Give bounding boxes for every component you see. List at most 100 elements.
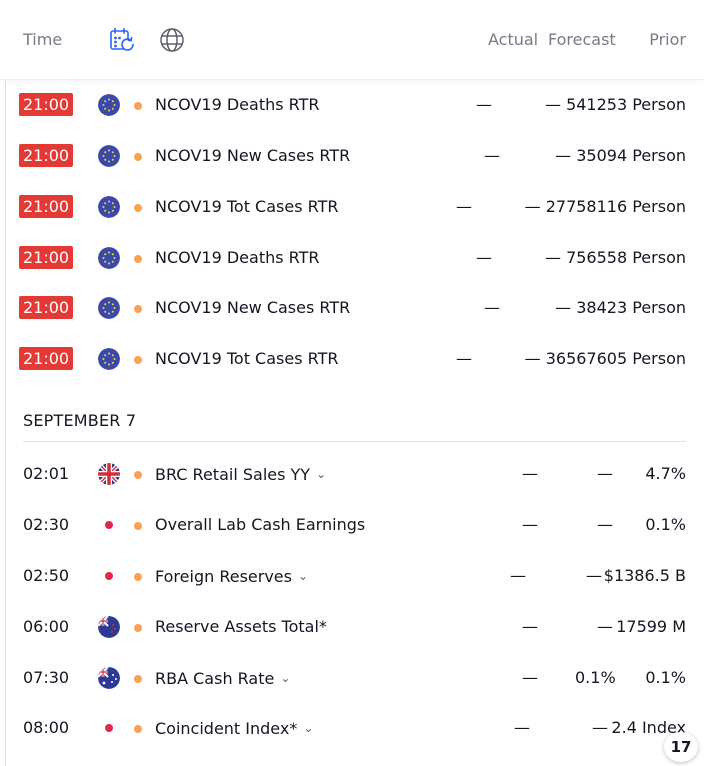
importance-dot: [134, 305, 142, 313]
importance-dot: [134, 204, 142, 212]
column-header-actual[interactable]: Actual: [488, 30, 538, 50]
forecast-value: —: [555, 298, 572, 317]
event-row[interactable]: 02:01 BRC Retail Sales YY ⌄ — — 4.7%: [0, 450, 704, 500]
forecast-prior-values: — 27758116 Person: [525, 196, 686, 218]
event-time-live-badge: 21:00: [19, 246, 74, 269]
event-time: 06:00: [23, 617, 70, 636]
event-time: 02:30: [23, 515, 70, 534]
gb-flag-icon: [98, 463, 120, 485]
tradingview-logo-icon[interactable]: 17: [664, 732, 698, 762]
event-title-text: Coincident Index*: [155, 719, 298, 738]
importance-dot: [134, 725, 142, 733]
forecast-prior-values: — 36567605 Person: [525, 348, 686, 370]
forecast-value: —: [597, 617, 613, 636]
event-row[interactable]: 02:30 Overall Lab Cash Earnings — — 0.1%: [0, 501, 704, 551]
event-title[interactable]: NCOV19 Tot Cases RTR: [155, 196, 338, 218]
prior-value: 27758116 Person: [545, 197, 686, 216]
jp-flag-icon: [98, 717, 120, 739]
chevron-down-icon[interactable]: ⌄: [316, 463, 326, 485]
actual-value: —: [476, 95, 492, 114]
prior-value: 756558 Person: [566, 248, 686, 267]
event-row[interactable]: 21:00 NCOV19 New Cases RTR — — 38423 Per…: [0, 284, 704, 334]
event-time: 08:00: [23, 718, 70, 737]
prior-value: 38423 Person: [576, 298, 686, 317]
date-section-header: SEPTEMBER 7: [23, 410, 686, 442]
importance-dot: [134, 675, 142, 683]
importance-dot: [134, 153, 142, 161]
prior-value: 17599 M: [616, 617, 686, 636]
actual-value: —: [476, 248, 492, 267]
event-title[interactable]: NCOV19 Tot Cases RTR: [155, 348, 338, 370]
actual-value: —: [522, 668, 538, 687]
event-time-live-badge: 21:00: [19, 195, 74, 218]
forecast-value: —: [586, 566, 602, 585]
prior-value: 0.1%: [645, 515, 686, 534]
event-title-text: BRC Retail Sales YY: [155, 465, 311, 484]
prior-value: 0.1%: [645, 668, 686, 687]
actual-value: —: [484, 146, 500, 165]
event-row[interactable]: 21:00 NCOV19 Deaths RTR — — 541253 Perso…: [0, 81, 704, 131]
event-row[interactable]: 06:00 Reserve Assets Total* — — 17599 M: [0, 603, 704, 653]
event-row[interactable]: 21:00 NCOV19 Tot Cases RTR — — 36567605 …: [0, 335, 704, 385]
nz-flag-icon: [98, 616, 120, 638]
prior-value: $1386.5 B: [603, 566, 686, 585]
chevron-down-icon[interactable]: ⌄: [280, 667, 290, 689]
actual-value: —: [484, 298, 500, 317]
event-time-live-badge: 21:00: [19, 296, 74, 319]
column-header-time[interactable]: Time: [23, 30, 62, 50]
forecast-prior-values: — 35094 Person: [555, 145, 686, 167]
event-title-text: RBA Cash Rate: [155, 669, 275, 688]
calendar-header: Time Actual Forecast Prior: [0, 0, 704, 80]
forecast-value: —: [555, 146, 572, 165]
forecast-prior-values: — 541253 Person: [545, 94, 686, 116]
event-time: 07:30: [23, 668, 70, 687]
calendar-refresh-icon[interactable]: [108, 26, 136, 54]
event-time-live-badge: 21:00: [19, 144, 74, 167]
chevron-down-icon[interactable]: ⌄: [303, 717, 313, 739]
event-title[interactable]: NCOV19 New Cases RTR: [155, 297, 350, 319]
column-header-forecast[interactable]: Forecast: [548, 30, 616, 50]
eu-flag-icon: [98, 348, 120, 370]
prior-value: 4.7%: [645, 464, 686, 483]
actual-value: —: [514, 718, 530, 737]
event-title[interactable]: Coincident Index* ⌄: [155, 717, 313, 740]
globe-icon[interactable]: [158, 26, 186, 54]
event-title[interactable]: NCOV19 Deaths RTR: [155, 94, 320, 116]
column-header-prior[interactable]: Prior: [649, 30, 686, 50]
event-time-live-badge: 21:00: [19, 93, 74, 116]
forecast-prior-values: — 756558 Person: [545, 247, 686, 269]
event-title[interactable]: Overall Lab Cash Earnings: [155, 514, 365, 536]
prior-value: 36567605 Person: [545, 349, 686, 368]
event-time: 02:01: [23, 464, 70, 483]
event-title[interactable]: Reserve Assets Total*: [155, 616, 327, 638]
importance-dot: [134, 471, 142, 479]
actual-value: —: [522, 464, 538, 483]
importance-dot: [134, 522, 142, 530]
importance-dot: [134, 624, 142, 632]
event-row[interactable]: 21:00 NCOV19 New Cases RTR — — 35094 Per…: [0, 132, 704, 182]
eu-flag-icon: [98, 297, 120, 319]
event-time: 02:50: [23, 566, 70, 585]
eu-flag-icon: [98, 196, 120, 218]
forecast-value: —: [544, 248, 561, 267]
forecast-value: 0.1%: [575, 668, 616, 687]
actual-value: —: [510, 566, 526, 585]
event-title[interactable]: Foreign Reserves ⌄: [155, 565, 308, 588]
event-row[interactable]: 02:50 Foreign Reserves ⌄ — — $1386.5 B: [0, 552, 704, 602]
importance-dot: [134, 102, 142, 110]
actual-value: —: [456, 197, 472, 216]
event-title[interactable]: RBA Cash Rate ⌄: [155, 667, 290, 690]
event-title[interactable]: NCOV19 New Cases RTR: [155, 145, 350, 167]
au-flag-icon: [98, 667, 120, 689]
actual-value: —: [522, 515, 538, 534]
chevron-down-icon[interactable]: ⌄: [298, 565, 308, 587]
event-title[interactable]: BRC Retail Sales YY ⌄: [155, 463, 326, 486]
forecast-value: —: [592, 718, 608, 737]
event-row[interactable]: 08:00 Coincident Index* ⌄ — — 2.4 Index: [0, 704, 704, 754]
event-row[interactable]: 21:00 NCOV19 Tot Cases RTR — — 27758116 …: [0, 183, 704, 233]
event-row[interactable]: 07:30 RBA Cash Rate ⌄ — 0.1% 0.1%: [0, 654, 704, 704]
prior-value: 35094 Person: [576, 146, 686, 165]
event-title[interactable]: NCOV19 Deaths RTR: [155, 247, 320, 269]
event-row[interactable]: 21:00 NCOV19 Deaths RTR — — 756558 Perso…: [0, 234, 704, 284]
importance-dot: [134, 573, 142, 581]
